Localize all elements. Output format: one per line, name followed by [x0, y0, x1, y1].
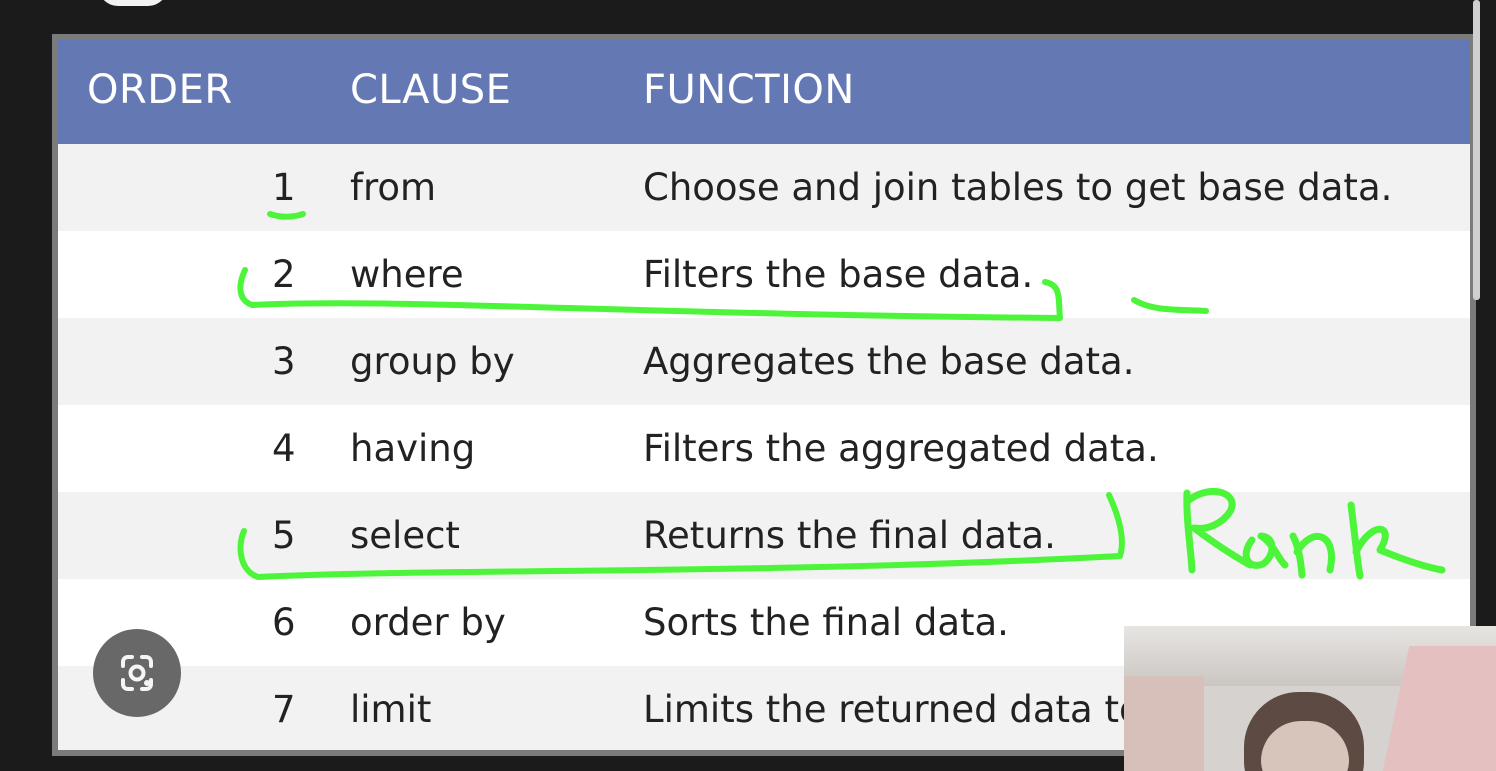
screen: ORDER CLAUSE FUNCTION 1 from Choose and …: [0, 0, 1496, 771]
clause-cell: group by: [350, 340, 515, 383]
table-row: 2 where Filters the base data.: [58, 231, 1470, 318]
clause-cell: order by: [350, 601, 506, 644]
table-row: 4 having Filters the aggregated data.: [58, 405, 1470, 492]
webcam-wall-left: [1124, 676, 1204, 771]
lens-button[interactable]: [93, 629, 181, 717]
function-cell: Choose and join tables to get base data.: [643, 166, 1393, 209]
clause-cell: where: [350, 253, 464, 296]
table-row: 3 group by Aggregates the base data.: [58, 318, 1470, 405]
function-cell: Limits the returned data to: [643, 688, 1142, 731]
function-cell: Filters the aggregated data.: [643, 427, 1159, 470]
webcam-overlay: [1124, 626, 1496, 771]
order-cell: 1: [272, 166, 296, 209]
order-cell: 3: [272, 340, 296, 383]
top-avatar: [98, 0, 168, 6]
function-cell: Filters the base data.: [643, 253, 1034, 296]
lens-icon: [121, 655, 153, 691]
order-cell: 6: [272, 601, 296, 644]
function-cell: Returns the final data.: [643, 514, 1056, 557]
clause-cell: select: [350, 514, 460, 557]
table-row: 1 from Choose and join tables to get bas…: [58, 144, 1470, 231]
header-function: FUNCTION: [643, 67, 855, 113]
clause-cell: limit: [350, 688, 432, 731]
function-cell: Sorts the final data.: [643, 601, 1009, 644]
function-cell: Aggregates the base data.: [643, 340, 1135, 383]
header-order: ORDER: [87, 67, 233, 113]
clause-cell: from: [350, 166, 437, 209]
order-cell: 5: [272, 514, 296, 557]
scrollbar[interactable]: [1473, 0, 1480, 300]
clause-cell: having: [350, 427, 476, 470]
table-header: ORDER CLAUSE FUNCTION: [58, 40, 1470, 144]
table-row: 5 select Returns the final data.: [58, 492, 1470, 579]
order-cell: 7: [272, 688, 296, 731]
order-cell: 2: [272, 253, 296, 296]
order-cell: 4: [272, 427, 296, 470]
header-clause: CLAUSE: [350, 67, 512, 113]
